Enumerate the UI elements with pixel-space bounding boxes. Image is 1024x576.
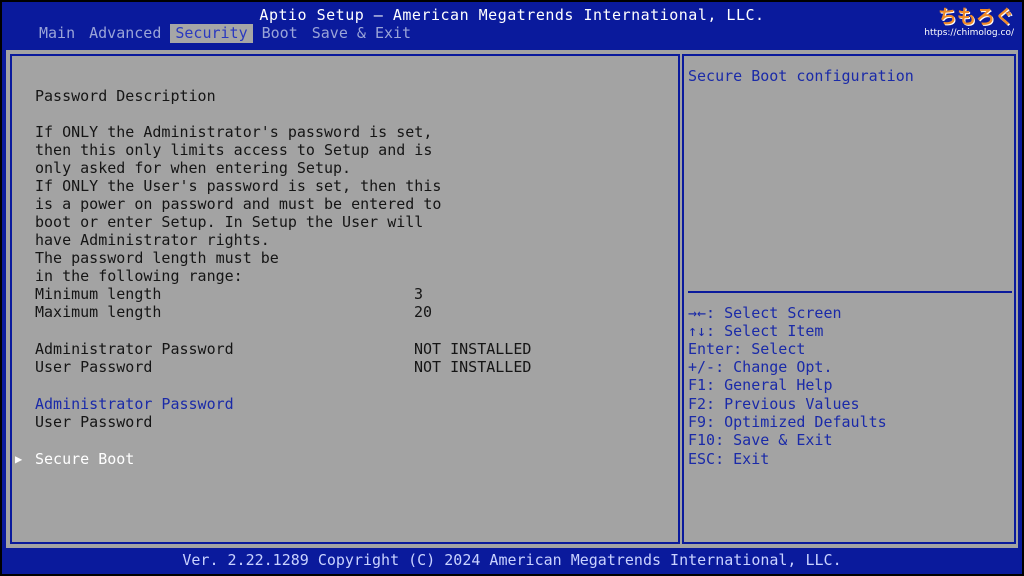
submenu-arrow-icon: ▶ xyxy=(15,452,23,466)
watermark-logo: ちもろぐ https://chimolog.co/ xyxy=(924,6,1014,38)
user-password-status-value: NOT INSTALLED xyxy=(414,358,532,376)
description-line: in the following range: xyxy=(35,267,243,285)
help-pane: Secure Boot configuration →←: Select Scr… xyxy=(682,54,1016,544)
key-help-line: F1: General Help xyxy=(688,376,833,394)
max-length-label: Maximum length xyxy=(35,303,162,321)
bios-frame: Aptio Setup – American Megatrends Intern… xyxy=(2,2,1022,574)
tab-save-exit[interactable]: Save & Exit xyxy=(307,24,416,43)
description-line: then this only limits access to Setup an… xyxy=(35,141,433,159)
key-help-line: ↑↓: Select Item xyxy=(688,322,824,340)
help-divider xyxy=(688,291,1012,293)
tab-bar: Main Advanced Security Boot Save & Exit xyxy=(34,24,420,43)
section-title: Password Description xyxy=(35,87,216,105)
logo-text: ちもろぐ xyxy=(937,6,1014,28)
description-line: is a power on password and must be enter… xyxy=(35,195,442,213)
user-password-status-label: User Password xyxy=(35,358,153,376)
key-help-line: →←: Select Screen xyxy=(688,304,842,322)
description-line: If ONLY the Administrator's password is … xyxy=(35,123,433,141)
description-line: have Administrator rights. xyxy=(35,231,270,249)
key-help-line: F9: Optimized Defaults xyxy=(688,413,887,431)
admin-password-status-value: NOT INSTALLED xyxy=(414,340,532,358)
main-panel: Password Description If ONLY the Adminis… xyxy=(4,48,1020,550)
key-help-line: F2: Previous Values xyxy=(688,395,860,413)
settings-pane: Password Description If ONLY the Adminis… xyxy=(10,54,680,544)
min-length-label: Minimum length xyxy=(35,285,162,303)
key-help-line: F10: Save & Exit xyxy=(688,431,833,449)
admin-password-status-label: Administrator Password xyxy=(35,340,234,358)
tab-security[interactable]: Security xyxy=(170,24,253,43)
version-footer: Ver. 2.22.1289 Copyright (C) 2024 Americ… xyxy=(182,551,842,569)
secure-boot-item[interactable]: Secure Boot xyxy=(35,450,134,468)
window-title: Aptio Setup – American Megatrends Intern… xyxy=(259,6,765,24)
tab-main[interactable]: Main xyxy=(34,24,80,43)
tab-boot[interactable]: Boot xyxy=(257,24,303,43)
key-help-line: ESC: Exit xyxy=(688,450,770,468)
description-line: only asked for when entering Setup. xyxy=(35,159,352,177)
key-help-line: Enter: Select xyxy=(688,340,806,358)
logo-url: https://chimolog.co/ xyxy=(924,28,1014,38)
tab-advanced[interactable]: Advanced xyxy=(84,24,166,43)
admin-password-item[interactable]: Administrator Password xyxy=(35,395,234,413)
description-line: If ONLY the User's password is set, then… xyxy=(35,177,442,195)
description-line: The password length must be xyxy=(35,249,279,267)
item-help-text: Secure Boot configuration xyxy=(688,67,914,85)
min-length-value: 3 xyxy=(414,285,424,303)
user-password-item[interactable]: User Password xyxy=(35,413,152,431)
max-length-value: 20 xyxy=(414,303,433,321)
description-line: boot or enter Setup. In Setup the User w… xyxy=(35,213,424,231)
key-help-line: +/-: Change Opt. xyxy=(688,358,833,376)
